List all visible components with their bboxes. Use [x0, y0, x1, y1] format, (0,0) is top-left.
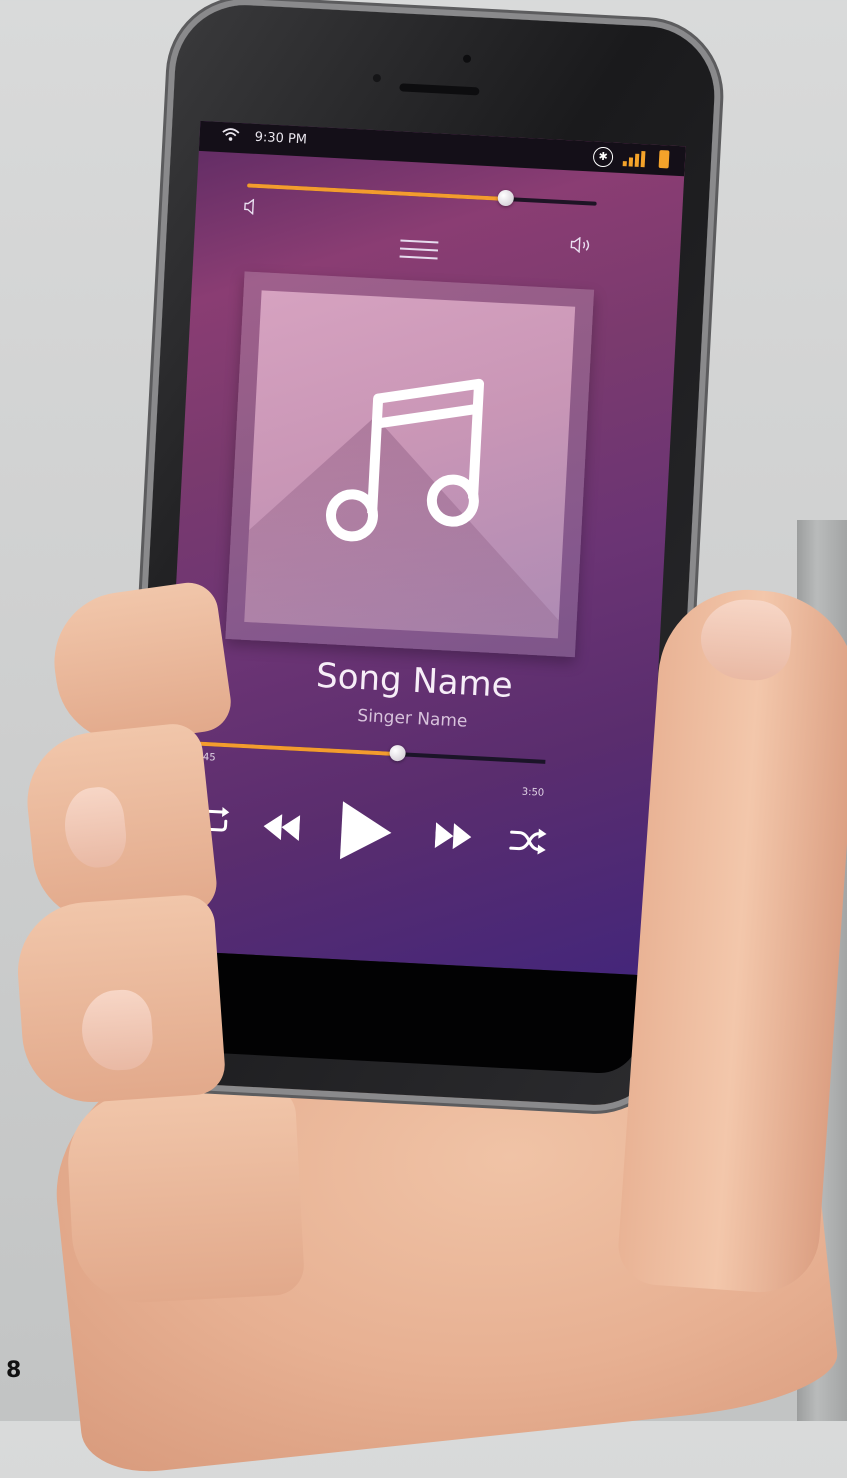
hand-finger — [64, 1084, 306, 1306]
volume-slider-handle[interactable] — [497, 189, 515, 207]
volume-slider-fill — [246, 183, 506, 201]
music-player-screen: 9:30 PM ✱ Song Name Singer Name 2:45 3:5… — [156, 120, 686, 976]
volume-slider[interactable] — [246, 183, 597, 207]
progress-fill — [193, 741, 398, 757]
playback-controls — [162, 780, 652, 885]
menu-icon[interactable] — [399, 239, 439, 262]
volume-low-icon[interactable] — [243, 198, 256, 219]
status-time: 9:30 PM — [254, 129, 308, 148]
thumbnail — [698, 596, 794, 683]
playback-progress-slider[interactable] — [193, 741, 546, 764]
album-art — [225, 271, 595, 658]
battery-icon — [658, 149, 670, 169]
fingernail — [79, 987, 155, 1073]
total-time: 3:50 — [521, 786, 545, 799]
volume-high-icon[interactable] — [570, 236, 597, 257]
page-number: 8 — [6, 1358, 22, 1383]
hand-finger — [13, 893, 227, 1107]
album-art-inner — [244, 290, 576, 639]
bluetooth-icon: ✱ — [592, 146, 614, 168]
signal-icon — [622, 150, 646, 168]
play-icon[interactable] — [338, 799, 395, 868]
fast-forward-icon[interactable] — [434, 822, 472, 854]
wifi-icon — [221, 127, 240, 146]
hand-finger — [45, 578, 235, 752]
fingernail — [61, 784, 130, 871]
shuffle-icon[interactable] — [508, 826, 548, 860]
progress-handle[interactable] — [389, 744, 407, 762]
music-note-icon — [325, 378, 485, 542]
rewind-icon[interactable] — [263, 813, 301, 845]
